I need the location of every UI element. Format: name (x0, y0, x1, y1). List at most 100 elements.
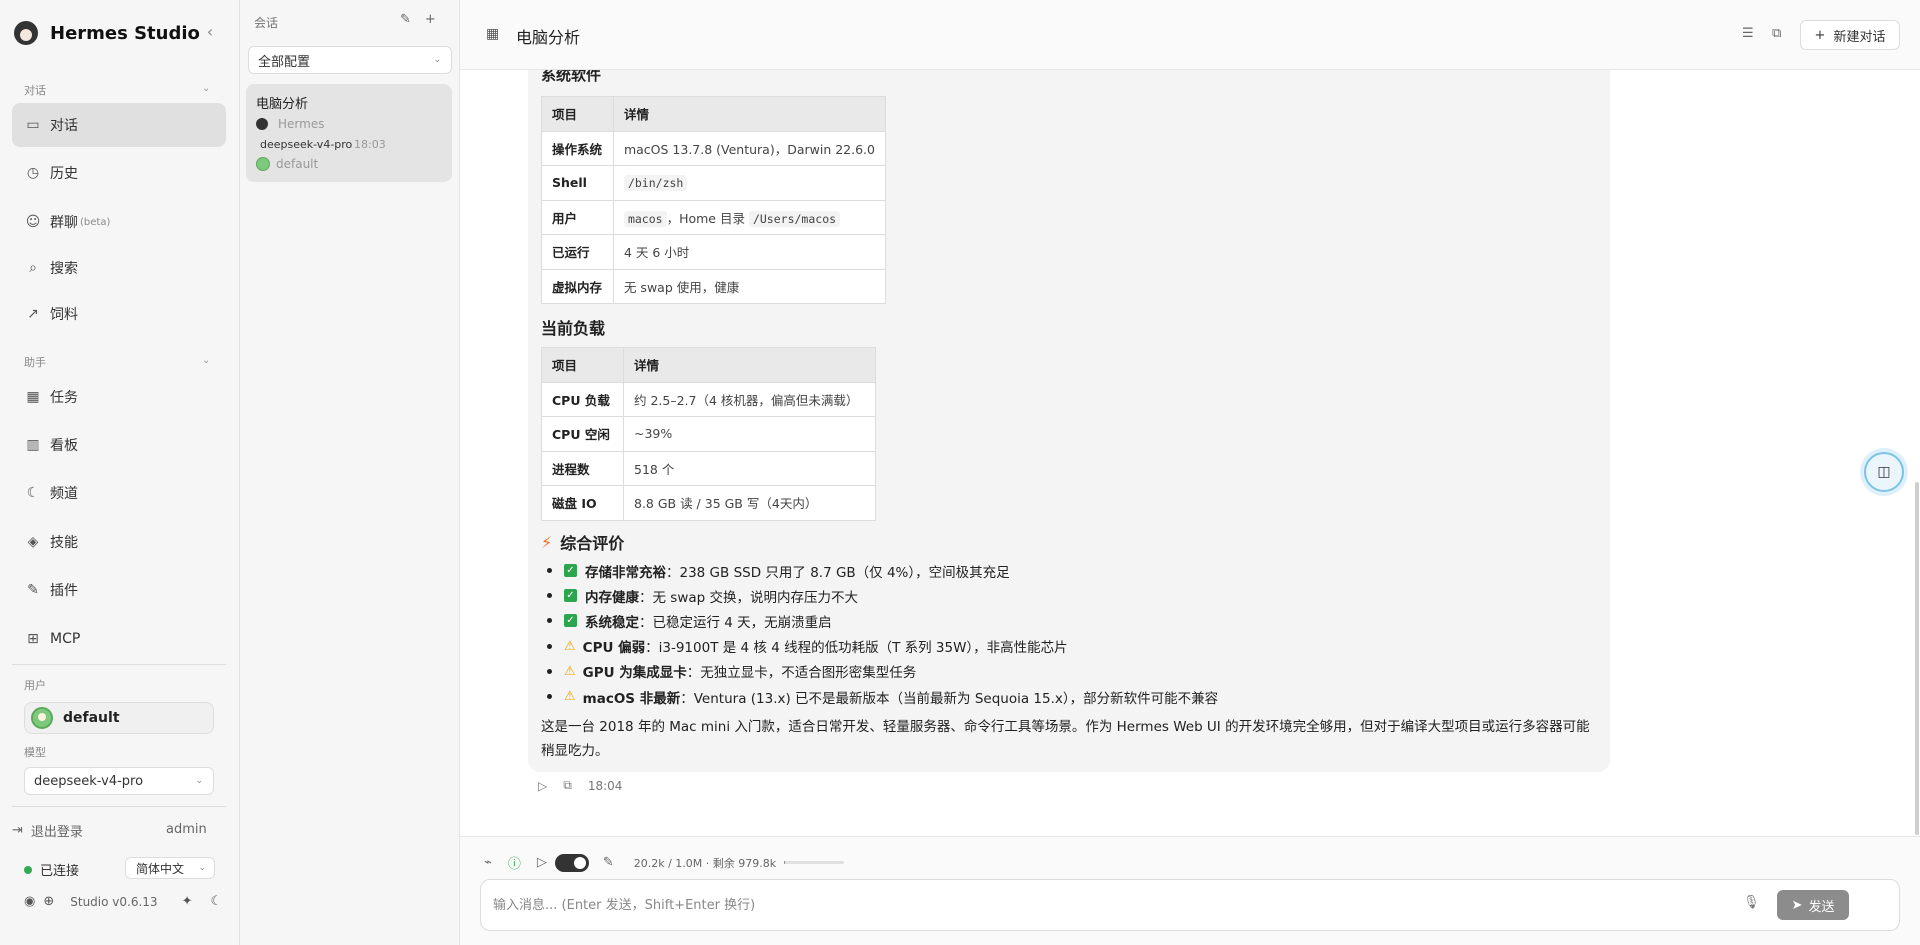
sidebar-item-group-chat[interactable]: ☺ 群聊 (beta) (12, 200, 226, 244)
composer-toolbar: ⌁ ⓘ ▷ ✎ 20.2k / 1.0M · 剩余 979.8k (484, 853, 845, 872)
table-cell-key: 用户 (541, 199, 614, 235)
footer-row: ◉ ⊕ Studio v0.6.13 ✦ ☾ (24, 894, 230, 909)
hermes-avatar-icon (256, 118, 268, 130)
grid-icon[interactable]: ▦ (486, 26, 499, 42)
sidebar-item-mcp[interactable]: ⊞ MCP (12, 617, 226, 661)
message-input[interactable] (493, 894, 1693, 916)
warning-icon: ⚠ (564, 689, 576, 705)
conversation-model: deepseek-v4-pro (260, 138, 353, 151)
table-cell-key: Shell (541, 165, 614, 201)
bullet (547, 643, 552, 649)
check-icon: ✓ (564, 564, 577, 578)
item-bold: CPU 偏弱 (582, 640, 646, 657)
sidebar-item-search[interactable]: ⌕ 搜索 (12, 246, 226, 290)
globe-icon[interactable]: ⊕ (43, 894, 54, 909)
top-bar: ▦ 电脑分析 ☰ ⧉ + 新建对话 (460, 0, 1920, 70)
table-cell-value: 约 2.5–2.7（4 核机器，偏高但未满载） (623, 381, 876, 417)
lightning-icon: ⚡ (541, 532, 553, 552)
sidebar-item-kanban[interactable]: ▥ 看板 (12, 423, 226, 467)
plus-icon[interactable]: + (425, 12, 436, 27)
table-header: 项目 (541, 96, 614, 132)
new-chat-label: 新建对话 (1833, 29, 1886, 45)
assistant-message: 系统软件 项目 详情 操作系统 macOS 13.7.8 (Ventura)，D… (528, 70, 1610, 772)
model-select[interactable]: deepseek-v4-pro ⌄ (24, 767, 214, 795)
list-item: ✓ 存储非常充裕 ：238 GB SSD 只用了 8.7 GB（仅 4%），空间… (541, 558, 1218, 583)
item-text: ：无 swap 交换，说明内存压力不大 (639, 589, 858, 606)
section-heading-software: 系统软件 (541, 70, 602, 84)
list-item: ✓ 系统稳定 ：已稳定运行 4 天，无崩溃重启 (541, 608, 1218, 633)
copy-icon[interactable]: ⧉ (563, 778, 572, 793)
github-icon[interactable]: ◉ (24, 894, 35, 909)
brand[interactable]: Hermes Studio (14, 18, 200, 48)
sidebar-item-history[interactable]: ◷ 历史 (12, 151, 226, 195)
plug-icon: ✎ (27, 582, 39, 598)
play-icon[interactable]: ▷ (538, 779, 547, 793)
microphone-icon[interactable]: 🎙 (1743, 895, 1760, 910)
edit-icon[interactable]: ✎ (400, 12, 411, 27)
conversation-list-actions: ✎ + (400, 12, 436, 27)
section-chat-label: 对话 (24, 84, 46, 97)
sidebar-item-plugins[interactable]: ✎ 插件 (12, 568, 226, 612)
status-dot-icon (24, 865, 32, 874)
evaluation-list: ✓ 存储非常充裕 ：238 GB SSD 只用了 8.7 GB（仅 4%），空间… (541, 558, 1218, 709)
sidebar-item-label: MCP (50, 631, 81, 647)
chevron-down-icon[interactable]: ⌄ (202, 83, 210, 94)
side-panel-toggle-button[interactable]: ◫ (1864, 452, 1904, 492)
warning-icon: ⚠ (564, 638, 576, 654)
auto-toggle[interactable] (554, 853, 589, 872)
sidebar-item-tasks[interactable]: ▦ 任务 (12, 375, 226, 419)
new-chat-button[interactable]: + 新建对话 (1800, 20, 1900, 50)
list-item: ✓ 内存健康 ：无 swap 交换，说明内存压力不大 (541, 583, 1218, 608)
table-cell-value: macos ，Home 目录 /Users/macos (612, 199, 887, 235)
model-select-value: deepseek-v4-pro (34, 773, 144, 789)
attach-icon[interactable]: ⌁ (484, 855, 492, 870)
chevron-down-icon[interactable]: ⌄ (202, 355, 210, 366)
sidebar-item-chat[interactable]: ▭ 对话 (12, 103, 226, 147)
item-bold: 内存健康 (585, 589, 639, 606)
language-select[interactable]: 简体中文 ⌄ (125, 857, 215, 879)
info-circle-icon[interactable]: ⓘ (508, 853, 521, 872)
sidebar-item-skills[interactable]: ◈ 技能 (12, 520, 226, 564)
version-label: Studio v0.6.13 (70, 894, 158, 909)
item-text: ：Ventura (13.x) 已不是最新版本（当前最新为 Sequoia 15… (680, 690, 1219, 707)
inline-text: ，Home 目录 (666, 210, 745, 226)
logout-label: 退出登录 (30, 825, 83, 840)
software-table: 项目 详情 操作系统 macOS 13.7.8 (Ventura)，Darwin… (541, 96, 887, 304)
sidebar-item-channels[interactable]: ☾ 频道 (12, 471, 226, 515)
copy-icon[interactable]: ⧉ (1772, 26, 1781, 41)
send-button[interactable]: ➤ 发送 (1777, 890, 1849, 920)
scrollbar-thumb[interactable] (1915, 482, 1919, 835)
profile-filter-select[interactable]: 全部配置 ⌄ (248, 46, 452, 74)
sidebar-item-label: 任务 (50, 390, 78, 406)
language-value: 简体中文 (136, 861, 185, 876)
check-icon: ✓ (564, 589, 577, 603)
item-text: ：i3-9100T 是 4 核 4 线程的低功耗版（T 系列 35W），非高性能… (645, 640, 1068, 657)
section-model-label: 模型 (24, 746, 46, 759)
message-actions: ▷ ⧉ 18:04 (538, 778, 622, 793)
list-icon[interactable]: ☰ (1742, 26, 1754, 41)
beta-badge: (beta) (80, 216, 111, 228)
profile-name: default (276, 157, 319, 171)
conversation-item[interactable]: 电脑分析 Hermes deepseek-v4-pro 18:03 defaul… (246, 84, 452, 182)
sidebar-item-feed[interactable]: ↗ 饲料 (12, 292, 226, 336)
user-profile-chip[interactable]: default (24, 702, 214, 734)
inline-code: /bin/zsh (623, 175, 688, 192)
wand-icon[interactable]: ✎ (603, 855, 614, 870)
play-icon[interactable]: ▷ (537, 855, 547, 870)
table-row: Shell /bin/zsh (541, 165, 887, 201)
users-icon: ☺ (25, 214, 41, 230)
message-input-box[interactable]: 🎙 ➤ 发送 (480, 879, 1900, 931)
table-cell-key: 虚拟内存 (541, 268, 614, 304)
table-cell-key: 进程数 (541, 450, 624, 486)
section-assistant-label: 助手 (24, 356, 46, 369)
table-cell-key: 磁盘 IO (541, 485, 624, 521)
agent-name: Hermes (278, 117, 325, 131)
token-usage: 20.2k / 1.0M · 剩余 979.8k (633, 856, 777, 870)
logout-button[interactable]: ⇥ 退出登录 (12, 821, 83, 840)
clock-icon: ◷ (26, 165, 40, 181)
sparkle-icon[interactable]: ✦ (182, 894, 193, 909)
table-row: 已运行 4 天 6 小时 (541, 234, 887, 270)
collapse-sidebar-icon[interactable]: ‹ (200, 20, 220, 44)
send-label: 发送 (1808, 899, 1835, 915)
moon-icon[interactable]: ☾ (210, 894, 222, 909)
